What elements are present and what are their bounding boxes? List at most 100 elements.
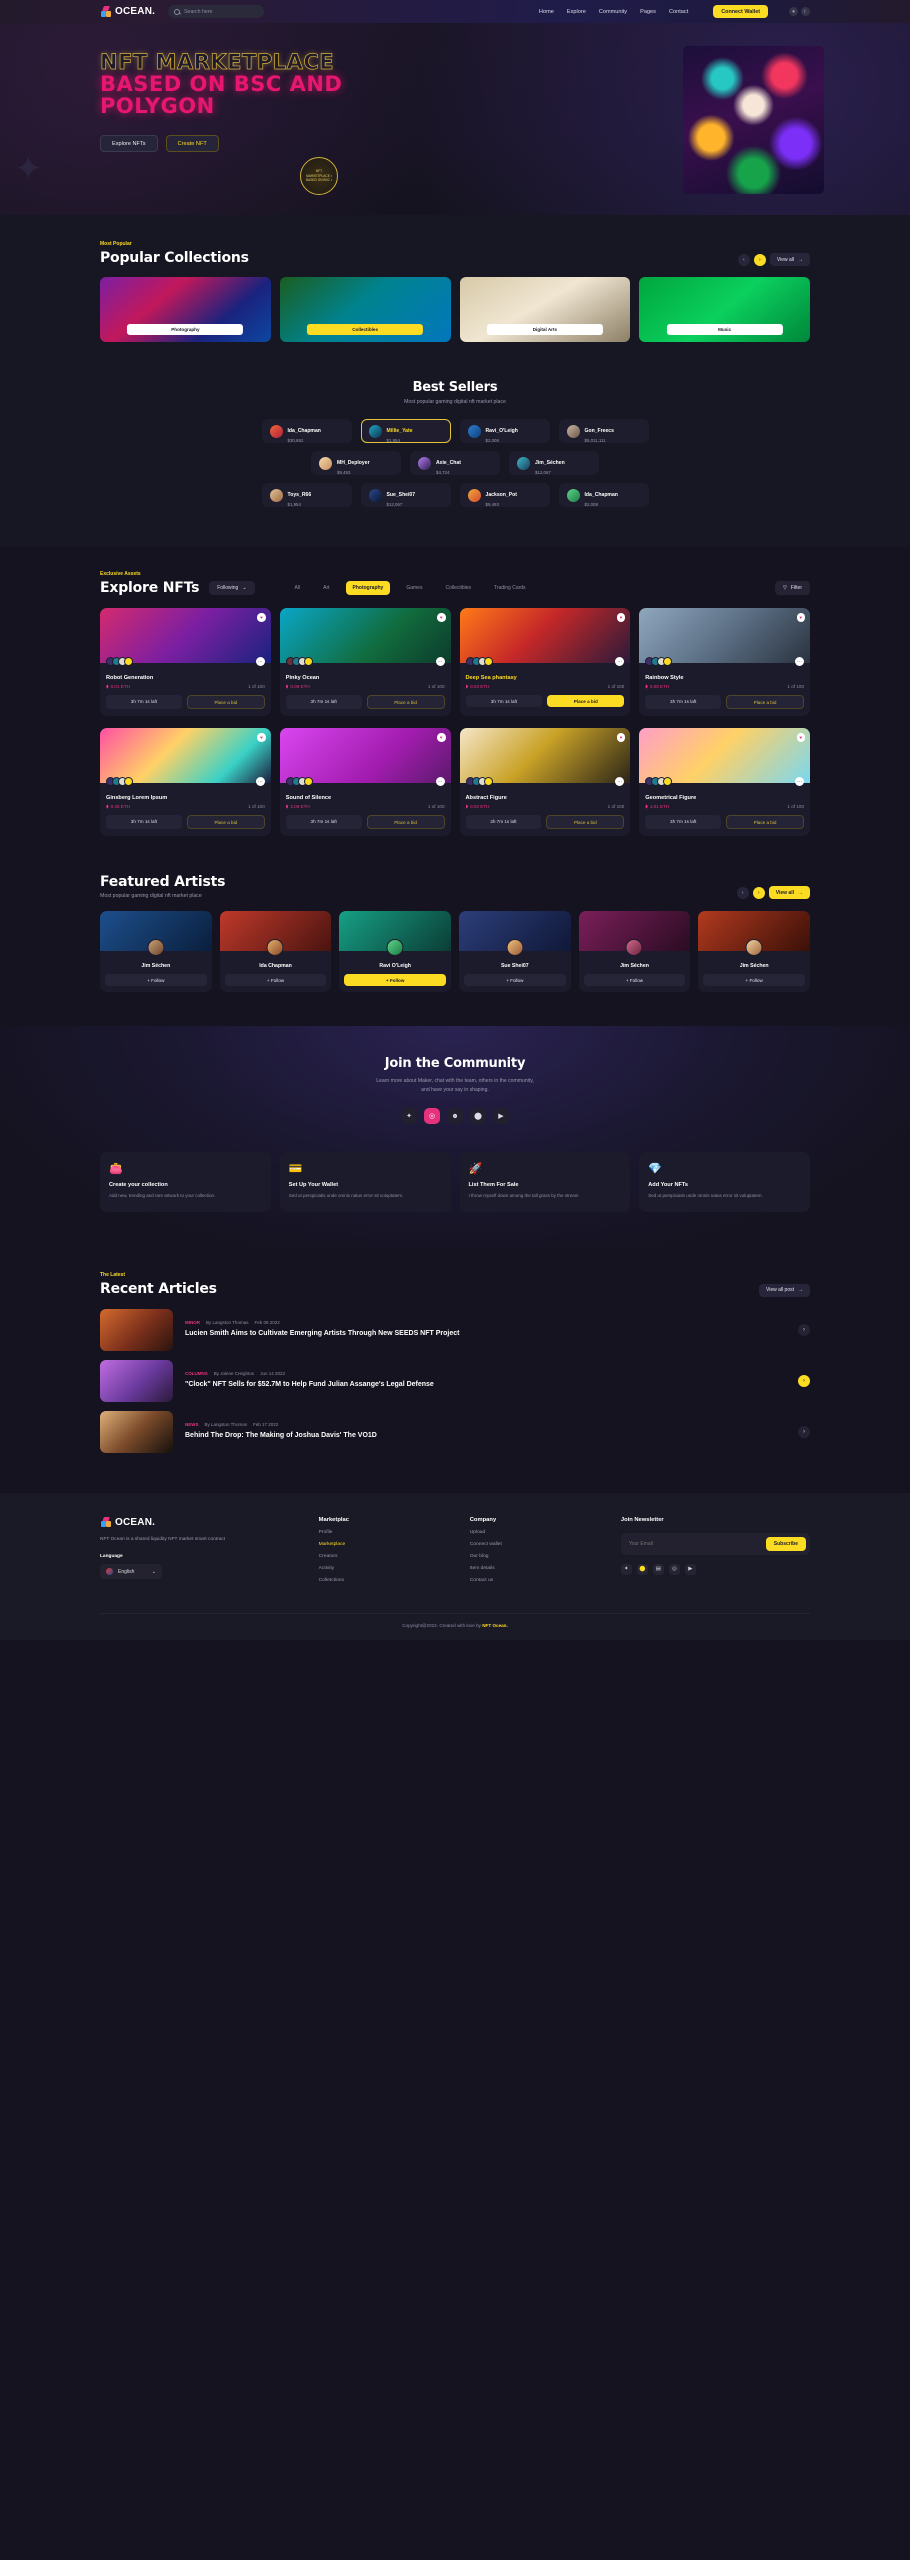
more-options-icon[interactable]: ⋯ [615, 777, 625, 786]
seller-card[interactable]: Sue_Shei07 $12,067 [360, 483, 451, 507]
seller-card[interactable]: Millie_Yate $1,954 [360, 419, 451, 443]
tab-art[interactable]: Art [316, 581, 336, 595]
seller-card[interactable]: Ravi_O'Leigh $2,008 [459, 419, 550, 443]
place-bid-button[interactable]: Place a bid [366, 815, 445, 829]
collection-card[interactable]: Music [639, 277, 810, 342]
follow-button[interactable]: + Follow [224, 974, 327, 986]
follow-button[interactable]: + Follow [105, 974, 207, 986]
heart-icon[interactable]: ♥ [796, 613, 805, 622]
prev-arrow-icon[interactable]: ‹ [737, 253, 750, 266]
seller-card[interactable]: Ida_Chapman $2,008 [558, 483, 649, 507]
seller-card[interactable]: Ida_Chapman $30,652 [261, 419, 352, 443]
nft-card[interactable]: ♥ ⋯ Sound of Silence 2.08 ETH 1 of 100 3h… [279, 728, 451, 836]
seller-card[interactable]: Toys_R66 $1,954 [261, 483, 352, 507]
more-options-icon[interactable]: ⋯ [435, 657, 445, 666]
nav-item-pages[interactable]: Pages [640, 9, 656, 15]
more-options-icon[interactable]: ⋯ [435, 777, 445, 786]
artist-card[interactable]: Sue Shei07 + Follow [458, 911, 571, 992]
place-bid-button[interactable]: Place a bid [547, 695, 625, 707]
discord-icon[interactable]: ☻ [447, 1108, 463, 1125]
feature-card[interactable]: 💳 Set Up Your Wallet Sed ut perspiciatis u… [279, 1152, 451, 1212]
footer-link-profile[interactable]: Profile [319, 1530, 454, 1535]
place-bid-button[interactable]: Place a bid [726, 695, 804, 709]
tab-all[interactable]: All [288, 581, 308, 595]
collection-card[interactable]: Digital Arts [459, 277, 631, 342]
github-icon[interactable]: ⬤ [636, 1563, 648, 1575]
heart-icon[interactable]: ♥ [616, 733, 626, 742]
search-input[interactable]: Search here [168, 5, 265, 18]
instagram-icon[interactable]: ◎ [668, 1563, 680, 1575]
youtube-icon[interactable]: ▶ [493, 1108, 509, 1125]
sun-icon[interactable]: ☀ [789, 7, 798, 16]
place-bid-button[interactable]: Place a bid [186, 695, 265, 709]
footer-link-connect-wallet[interactable]: Connect wallet [470, 1542, 605, 1547]
tab-photography[interactable]: Photography [345, 581, 391, 595]
footer-link-marketplace[interactable]: Marketplace [319, 1542, 454, 1547]
follow-button[interactable]: + Follow [583, 974, 686, 986]
next-arrow-icon[interactable]: › [752, 886, 765, 899]
heart-icon[interactable]: ♥ [616, 613, 626, 622]
brand-logo[interactable]: OCEAN. [100, 6, 155, 17]
collection-card[interactable]: Collectibles [279, 277, 451, 342]
article-arrow-icon[interactable]: › [798, 1374, 810, 1387]
footer-link-our-blog[interactable]: Our blog [470, 1554, 605, 1559]
more-options-icon[interactable]: ⋯ [255, 657, 265, 666]
nft-card[interactable]: ♥ ⋯ Deep Sea phantasy 0.03 ETH 1 of 100 3… [459, 608, 631, 716]
github-icon[interactable]: ⬤ [470, 1108, 486, 1125]
nav-item-home[interactable]: Home [539, 9, 554, 15]
article-arrow-icon[interactable]: › [798, 1323, 810, 1336]
artist-card[interactable]: Jim Séchen + Follow [698, 911, 810, 992]
footer-link-item-details[interactable]: Item details [470, 1566, 605, 1571]
place-bid-button[interactable]: Place a bid [186, 815, 265, 829]
seller-card[interactable]: Jackson_Pot $9,493 [459, 483, 550, 507]
artist-card[interactable]: Jim Séchen + Follow [578, 911, 691, 992]
nft-card[interactable]: ♥ ⋯ Robot Generation 0.01 ETH 1 of 100 3h… [100, 608, 271, 716]
place-bid-button[interactable]: Place a bid [546, 815, 625, 829]
twitter-icon[interactable]: ✦ [401, 1108, 417, 1125]
moon-icon[interactable]: ☾ [801, 7, 810, 16]
nft-card[interactable]: ♥ ⋯ Rainbow Style 0.08 ETH 1 of 100 3h 7m… [639, 608, 810, 716]
heart-icon[interactable]: ♥ [257, 733, 266, 742]
explore-nfts-button[interactable]: Explore NFTs [100, 135, 158, 153]
more-options-icon[interactable]: ⋯ [255, 777, 265, 786]
seller-card[interactable]: MH_Deployer $9,493 [311, 451, 401, 475]
follow-button[interactable]: + Follow [344, 974, 446, 986]
book-icon[interactable]: ▤ [652, 1563, 664, 1575]
nav-item-community[interactable]: Community [599, 9, 627, 15]
artist-card[interactable]: Ida Chapman + Follow [219, 911, 332, 992]
instagram-icon[interactable]: ◎ [424, 1108, 440, 1125]
nft-card[interactable]: ♥ ⋯ Pinky Ocean 0.08 ETH 1 of 100 3h 7m 1… [279, 608, 451, 716]
more-options-icon[interactable]: ⋯ [795, 657, 804, 666]
collection-card[interactable]: Photography [100, 277, 271, 342]
heart-icon[interactable]: ♥ [796, 733, 805, 742]
article-row[interactable]: NEWS By Langston Thomas Feb 17 2022 Behind… [100, 1410, 810, 1453]
article-arrow-icon[interactable]: › [798, 1425, 810, 1438]
youtube-icon[interactable]: ▶ [684, 1563, 696, 1575]
artist-card[interactable]: Jim Séchen + Follow [100, 911, 212, 992]
seller-card[interactable]: Axie_Chat $4,724 [410, 451, 500, 475]
nav-item-explore[interactable]: Explore [567, 9, 586, 15]
footer-link-creators[interactable]: Creators [319, 1554, 454, 1559]
footer-link-activity[interactable]: Activity [319, 1566, 454, 1571]
tab-games[interactable]: Games [399, 581, 429, 595]
prev-arrow-icon[interactable]: ‹ [736, 886, 749, 899]
place-bid-button[interactable]: Place a bid [726, 815, 804, 829]
more-options-icon[interactable]: ⋯ [615, 657, 625, 666]
more-options-icon[interactable]: ⋯ [795, 777, 804, 786]
place-bid-button[interactable]: Place a bid [366, 695, 445, 709]
popular-view-all-button[interactable]: View all → [769, 253, 810, 266]
subscribe-button[interactable]: Subscribe [765, 1536, 806, 1551]
nav-item-contact[interactable]: Contact [669, 9, 688, 15]
connect-wallet-button[interactable]: Connect Wallet [713, 5, 768, 18]
footer-link-upload[interactable]: Upload [470, 1530, 605, 1535]
footer-logo[interactable]: OCEAN. [100, 1516, 303, 1528]
seller-card[interactable]: Jim_Séchen $12,067 [509, 451, 599, 475]
nft-card[interactable]: ♥ ⋯ Ginsberg Lorem Ipsum 0.45 ETH 1 of 10… [100, 728, 271, 836]
next-arrow-icon[interactable]: › [753, 253, 766, 266]
article-row[interactable]: MINOR By Langston Thomas Feb 08 2022 Lucie… [100, 1308, 810, 1351]
feature-card[interactable]: 💎 Add Your NFTs Sed ut perspiciatis unde o… [639, 1152, 810, 1212]
nft-card[interactable]: ♥ ⋯ Abstract Figure 0.02 ETH 1 of 100 3h … [459, 728, 631, 836]
artist-card[interactable]: Ravi O'Leigh + Follow [339, 911, 451, 992]
articles-view-all-button[interactable]: View all post → [759, 1283, 810, 1297]
seller-card[interactable]: Gon_Freecs $5,011,111 [558, 419, 649, 443]
